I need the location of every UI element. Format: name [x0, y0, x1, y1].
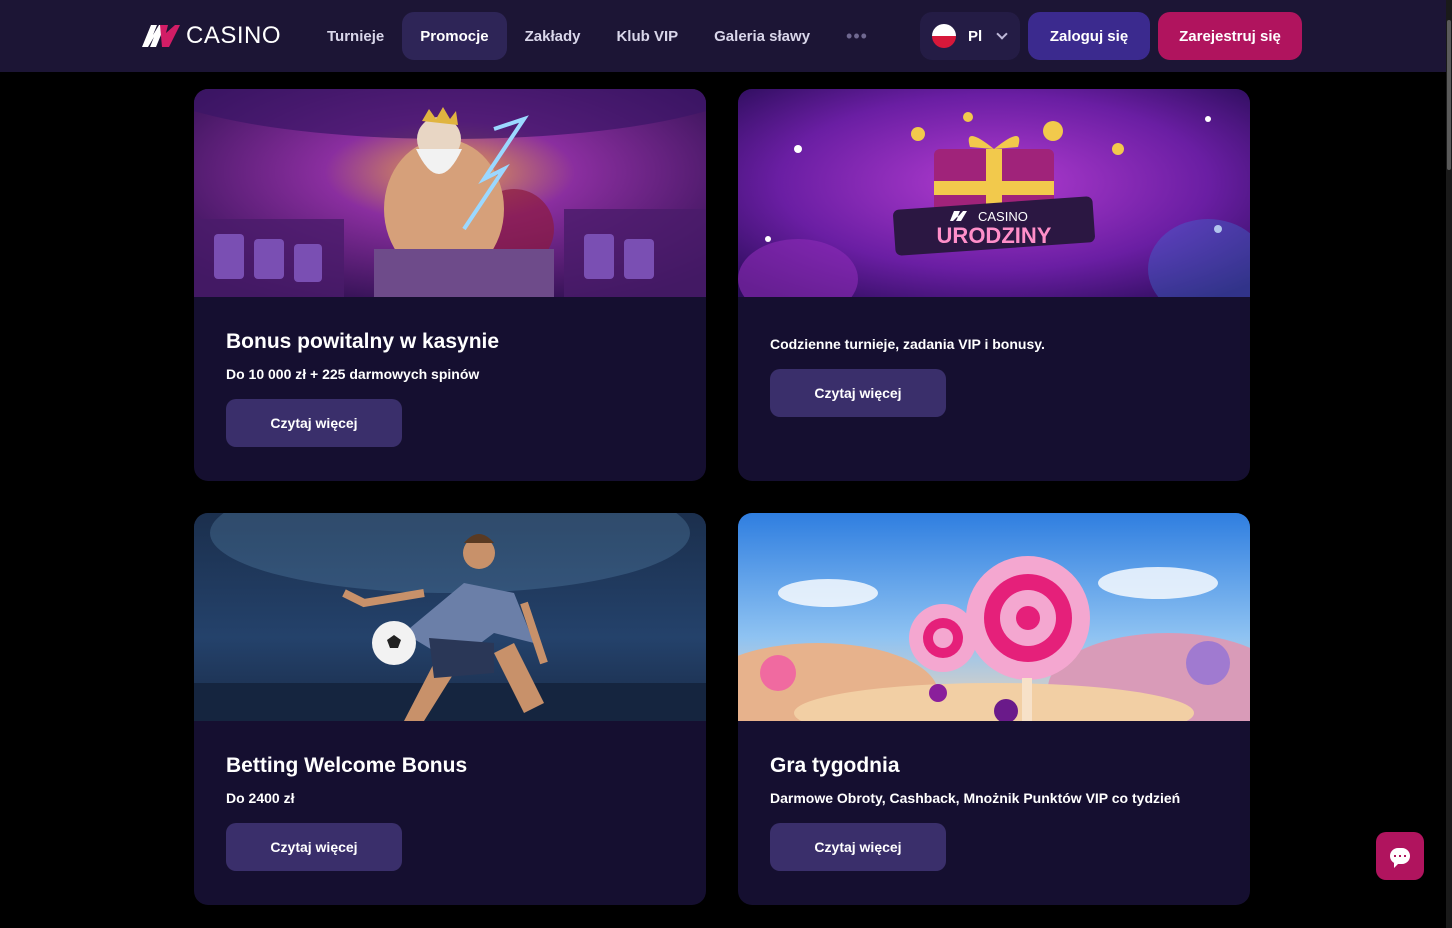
- promo-card-birthday: CASINO URODZINY Codzienne turnieje, zada…: [738, 89, 1250, 481]
- promo-image-football[interactable]: [194, 513, 706, 721]
- promo-card-betting-welcome: Betting Welcome Bonus Do 2400 zł Czytaj …: [194, 513, 706, 905]
- promo-image-candy[interactable]: [738, 513, 1250, 721]
- read-more-button[interactable]: Czytaj więcej: [770, 369, 946, 417]
- promo-card-body: Bonus powitalny w kasynie Do 10 000 zł +…: [226, 329, 674, 447]
- promo-title: Gra tygodnia: [770, 754, 900, 777]
- promo-image-birthday-gift[interactable]: CASINO URODZINY: [738, 89, 1250, 297]
- promo-card-body: Betting Welcome Bonus Do 2400 zł Czytaj …: [226, 753, 674, 871]
- read-more-button[interactable]: Czytaj więcej: [226, 399, 402, 447]
- read-more-button[interactable]: Czytaj więcej: [226, 823, 402, 871]
- promo-subtitle: Do 2400 zł: [226, 790, 295, 806]
- nav-item-hall-of-fame[interactable]: Galeria sławy: [696, 12, 828, 60]
- brand-logo[interactable]: CASINO: [142, 22, 281, 50]
- nav-item-tournaments[interactable]: Turnieje: [309, 12, 402, 60]
- more-menu-icon[interactable]: •••: [828, 12, 886, 60]
- logo-mark-icon: [142, 25, 180, 47]
- birthday-banner-brand: CASINO: [978, 209, 1028, 224]
- brand-name: CASINO: [186, 22, 282, 49]
- promo-subtitle: Do 10 000 zł + 225 darmowych spinów: [226, 366, 480, 382]
- promo-image-zeus[interactable]: [194, 89, 706, 297]
- login-button[interactable]: Zaloguj się: [1028, 12, 1150, 60]
- promo-title: Bonus powitalny w kasynie: [226, 330, 500, 353]
- read-more-button[interactable]: Czytaj więcej: [770, 823, 946, 871]
- language-selector[interactable]: Pl: [920, 12, 1020, 60]
- nav-item-betting[interactable]: Zakłady: [507, 12, 599, 60]
- promo-subtitle: Darmowe Obroty, Cashback, Mnożnik Punktó…: [770, 790, 1181, 806]
- chat-button[interactable]: [1376, 832, 1424, 880]
- promo-card-game-of-week: Gra tygodnia Darmowe Obroty, Cashback, M…: [738, 513, 1250, 905]
- promo-title: Betting Welcome Bonus: [226, 754, 468, 777]
- scrollbar-thumb[interactable]: [1447, 20, 1451, 170]
- promo-subtitle: Codzienne turnieje, zadania VIP i bonusy…: [770, 336, 1045, 352]
- top-header: CASINO Turnieje Promocje Zakłady Klub VI…: [0, 0, 1446, 72]
- chat-icon: [1390, 848, 1410, 868]
- nav-item-vip-club[interactable]: Klub VIP: [598, 12, 696, 60]
- birthday-banner-headline: URODZINY: [937, 223, 1052, 248]
- poland-flag-icon: [932, 24, 956, 48]
- promo-card-casino-welcome: Bonus powitalny w kasynie Do 10 000 zł +…: [194, 89, 706, 481]
- register-button[interactable]: Zarejestruj się: [1158, 12, 1302, 60]
- promo-card-body: Gra tygodnia Darmowe Obroty, Cashback, M…: [770, 753, 1218, 871]
- promo-card-body: Codzienne turnieje, zadania VIP i bonusy…: [770, 335, 1218, 417]
- nav-item-promotions[interactable]: Promocje: [402, 12, 507, 60]
- chevron-down-icon: [996, 28, 1008, 40]
- main-nav: Turnieje Promocje Zakłady Klub VIP Galer…: [309, 12, 886, 60]
- language-code: Pl: [968, 27, 983, 45]
